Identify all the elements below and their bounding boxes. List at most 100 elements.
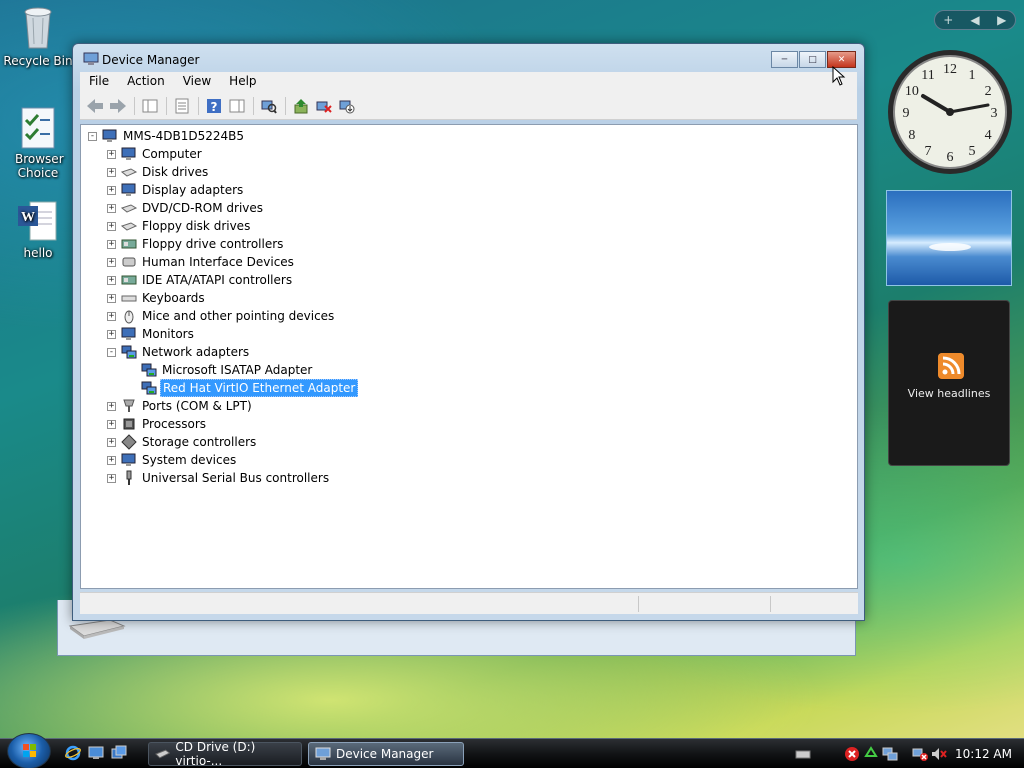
desktop-icon-label: hello — [23, 246, 53, 260]
tree-node[interactable]: + IDE ATA/ATAPI controllers — [107, 271, 294, 289]
tree-node[interactable]: Microsoft ISATAP Adapter — [141, 361, 314, 379]
view-headlines-label[interactable]: View headlines — [889, 387, 1009, 400]
taskbar-device-manager[interactable]: Device Manager — [308, 742, 464, 766]
volume-muted-icon[interactable] — [931, 746, 947, 762]
tree-node[interactable]: Red Hat VirtIO Ethernet Adapter — [141, 379, 359, 397]
uninstall-button[interactable] — [313, 95, 335, 117]
menu-file[interactable]: File — [80, 72, 118, 92]
console-tree-button[interactable] — [139, 95, 161, 117]
update-driver-button[interactable] — [290, 95, 312, 117]
properties-button[interactable] — [171, 95, 193, 117]
device-tree[interactable]: - MMS-4DB1D5224B5 + Computer + Disk drives + Di… — [80, 124, 858, 589]
forward-button[interactable] — [107, 95, 129, 117]
toolbar-separator — [285, 96, 286, 115]
desktop-icon-browser-choice[interactable]: Browser Choice — [0, 106, 78, 180]
scan-hardware-button[interactable] — [258, 95, 280, 117]
tree-node-label: Network adapters — [142, 345, 250, 359]
start-button[interactable] — [7, 733, 51, 768]
status-divider — [770, 596, 771, 612]
disable-icon — [339, 100, 355, 113]
minimize-button[interactable]: ─ — [771, 51, 798, 68]
collapse-icon[interactable]: - — [88, 131, 97, 141]
collapse-icon[interactable]: - — [107, 347, 116, 357]
menu-help[interactable]: Help — [220, 72, 265, 92]
tree-node[interactable]: + System devices — [107, 451, 238, 469]
clock-numeral: 12 — [943, 62, 957, 77]
title-bar[interactable]: Device Manager ─ □ ✕ — [73, 44, 864, 72]
next-gadget-icon[interactable]: ▶ — [988, 13, 1015, 27]
disable-button[interactable] — [336, 95, 358, 117]
expand-icon[interactable]: + — [107, 167, 116, 177]
processor-icon — [123, 418, 135, 430]
help-button[interactable]: ? — [203, 95, 225, 117]
switch-windows-icon[interactable] — [111, 745, 127, 761]
network-status-icon[interactable] — [882, 746, 898, 762]
keyboard-layout-icon[interactable] — [795, 746, 811, 762]
menu-action[interactable]: Action — [118, 72, 174, 92]
add-gadget-icon[interactable]: + — [935, 13, 962, 27]
internet-explorer-icon[interactable] — [65, 745, 81, 761]
tree-node[interactable]: + Keyboards — [107, 289, 207, 307]
previous-gadget-icon[interactable]: ◀ — [962, 13, 989, 27]
tree-node[interactable]: + Human Interface Devices — [107, 253, 296, 271]
tree-node[interactable]: + Display adapters — [107, 181, 245, 199]
tree-node[interactable]: + Processors — [107, 415, 208, 433]
expand-icon[interactable]: + — [107, 419, 116, 429]
clock-numeral: 7 — [925, 144, 932, 159]
expand-icon[interactable]: + — [107, 221, 116, 231]
clock-gadget[interactable]: 12 12 3 45678 9 1011 — [886, 48, 1014, 176]
tree-node[interactable]: + Floppy disk drives — [107, 217, 252, 235]
keyboard-icon — [121, 295, 137, 302]
tree-node[interactable]: + Disk drives — [107, 163, 210, 181]
expand-icon[interactable]: + — [107, 311, 116, 321]
tree-node-label: Storage controllers — [142, 435, 257, 449]
sidebar-controls: + ◀ ▶ — [934, 10, 1016, 30]
slideshow-image — [929, 243, 971, 251]
device-manager-window[interactable]: Device Manager ─ □ ✕ File Action View He… — [72, 43, 865, 621]
expand-icon[interactable]: + — [107, 401, 116, 411]
security-alert-icon[interactable] — [844, 746, 860, 762]
tree-node[interactable]: + Ports (COM & LPT) — [107, 397, 254, 415]
tree-node[interactable]: + Monitors — [107, 325, 196, 343]
action-pane-button[interactable] — [226, 95, 248, 117]
expand-icon[interactable]: + — [107, 185, 116, 195]
taskbar-clock[interactable]: 10:12 AM — [955, 747, 1012, 761]
taskbar-cd-drive[interactable]: CD Drive (D:) virtio-... — [148, 740, 302, 768]
tree-node[interactable]: + Universal Serial Bus controllers — [107, 469, 331, 487]
slideshow-gadget[interactable] — [886, 190, 1012, 286]
expand-icon[interactable]: + — [107, 149, 116, 159]
tree-node[interactable]: + DVD/CD-ROM drives — [107, 199, 265, 217]
tree-node[interactable]: + Computer — [107, 145, 204, 163]
expand-icon[interactable]: + — [107, 329, 116, 339]
status-bar — [80, 592, 858, 614]
tree-node[interactable]: + Mice and other pointing devices — [107, 307, 336, 325]
tree-node-label: Floppy drive controllers — [142, 237, 284, 251]
desktop-icon-hello[interactable]: W hello — [0, 200, 78, 260]
desktop-icon-recycle-bin[interactable]: Recycle Bin — [0, 2, 78, 68]
expand-icon[interactable]: + — [107, 275, 116, 285]
tree-root-node[interactable]: - MMS-4DB1D5224B5 — [88, 127, 246, 145]
monitor-icon — [121, 327, 136, 340]
network-connection-icon[interactable] — [912, 746, 929, 762]
show-desktop-icon[interactable] — [88, 745, 104, 761]
expand-icon[interactable]: + — [107, 437, 116, 447]
expand-icon[interactable]: + — [107, 455, 116, 465]
tree-node[interactable]: + Storage controllers — [107, 433, 258, 451]
menu-view[interactable]: View — [174, 72, 220, 92]
tree-node-label: Processors — [142, 417, 207, 431]
device-manager-icon — [315, 747, 331, 760]
close-icon: ✕ — [837, 54, 846, 65]
tree-node-label: Mice and other pointing devices — [142, 309, 335, 323]
expand-icon[interactable]: + — [107, 257, 116, 267]
expand-icon[interactable]: + — [107, 473, 116, 483]
tree-node-label: Red Hat VirtIO Ethernet Adapter — [160, 379, 359, 397]
recycle-tray-icon[interactable] — [863, 746, 879, 762]
feed-headlines-gadget[interactable]: View headlines — [888, 300, 1010, 466]
tree-node[interactable]: + Floppy drive controllers — [107, 235, 285, 253]
tree-node[interactable]: - Network adapters — [107, 343, 251, 361]
expand-icon[interactable]: + — [107, 203, 116, 213]
maximize-button[interactable]: □ — [799, 51, 826, 68]
expand-icon[interactable]: + — [107, 293, 116, 303]
expand-icon[interactable]: + — [107, 239, 116, 249]
back-button[interactable] — [84, 95, 106, 117]
